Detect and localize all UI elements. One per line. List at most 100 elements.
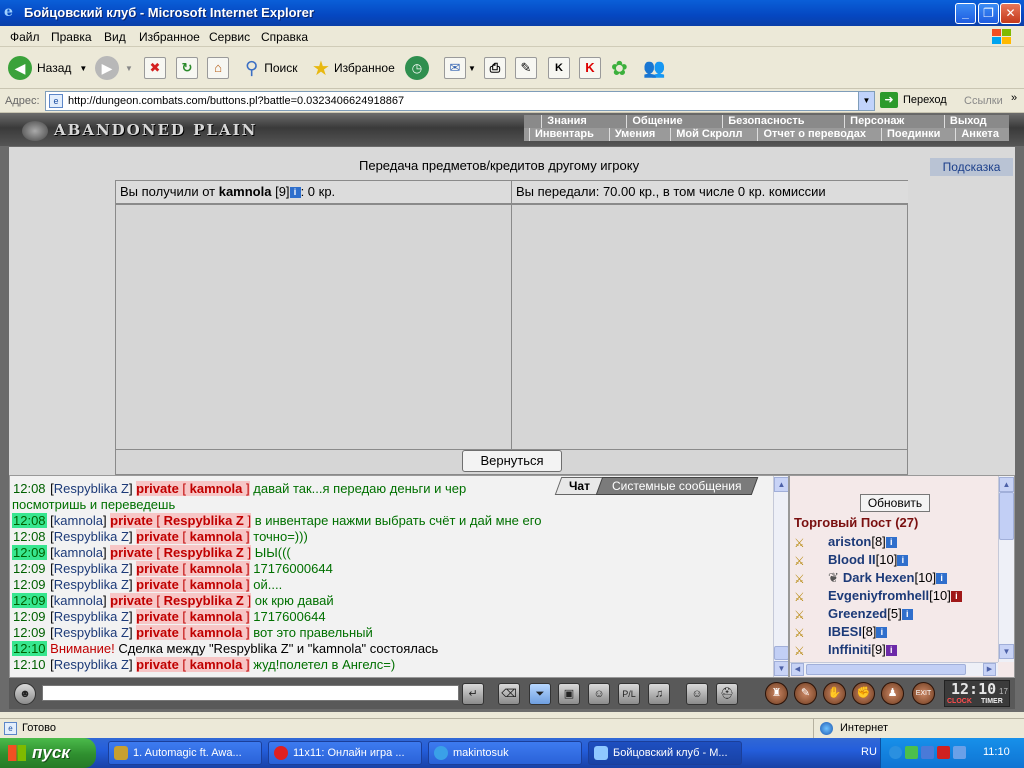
player-item[interactable]: ⚔ Evgeniyfromhell[10] i — [794, 588, 962, 604]
menu-file[interactable]: Файл — [10, 30, 40, 44]
back-button[interactable]: ◀ Назад ▼ — [8, 55, 87, 81]
player-item[interactable]: ⚔ Blood II[10] i — [794, 552, 909, 568]
private-tag[interactable]: private [ kamnola ] — [136, 481, 250, 496]
player-nick[interactable]: Blood II — [828, 552, 876, 567]
private-tag[interactable]: private [ Respyblika Z ] — [110, 593, 252, 608]
return-button[interactable]: Вернуться — [462, 450, 562, 472]
favorites-button[interactable]: ★ Избранное — [312, 55, 395, 81]
refresh-button[interactable]: ↻ — [176, 55, 198, 81]
tray-network-icon[interactable] — [921, 746, 934, 759]
kaspersky-button[interactable]: K — [579, 55, 601, 81]
helmet-icon[interactable]: ⛑ — [716, 683, 738, 705]
group-icon[interactable]: ♟ — [881, 682, 904, 705]
chat-time[interactable]: 12:09 — [12, 609, 47, 624]
chat-time[interactable]: 12:08 — [12, 513, 47, 528]
room-hscroll-thumb[interactable] — [806, 664, 966, 675]
menu-favorites[interactable]: Избранное — [139, 30, 200, 44]
nav-security[interactable]: Безопасность — [722, 115, 809, 128]
swords-icon[interactable]: ⚔ — [794, 572, 814, 586]
chat-nick[interactable]: kamnola — [54, 513, 103, 528]
maximize-button[interactable]: ❐ — [978, 3, 999, 24]
nav-communication[interactable]: Общение — [626, 115, 687, 128]
chat-scrollbar[interactable]: ▲ ▼ — [773, 476, 788, 677]
nav-my-scroll[interactable]: Мой Скролл — [670, 128, 747, 141]
task-winamp[interactable]: 1. Automagic ft. Awa... — [108, 741, 262, 765]
room-scroll-down-icon[interactable]: ▼ — [999, 644, 1014, 659]
private-tag[interactable]: private [ kamnola ] — [136, 657, 250, 672]
edit-button[interactable]: ✎ — [515, 55, 537, 81]
info-icon[interactable]: i — [950, 591, 962, 603]
scroll-up-icon[interactable]: ▲ — [774, 477, 788, 492]
player-item[interactable]: ⚔ IBESI[8] i — [794, 624, 888, 640]
player-nick[interactable]: Inffiniti — [828, 642, 871, 657]
scroll-right-icon[interactable]: ▶ — [983, 663, 996, 676]
nav-transfer-report[interactable]: Отчет о переводах — [757, 128, 871, 141]
mail-button[interactable]: ✉ ▼ — [444, 55, 476, 81]
nav-knowledge[interactable]: Знания — [541, 115, 591, 128]
clock-label[interactable]: CLOCK — [947, 698, 972, 705]
task-opera[interactable]: 11x11: Онлайн игра ... — [268, 741, 422, 765]
player-item[interactable]: ⚔ Greenzed[5] i — [794, 606, 913, 622]
menu-tools[interactable]: Сервис — [209, 30, 250, 44]
tray-kaspersky-icon[interactable] — [937, 746, 950, 759]
task-ie[interactable]: Бойцовский клуб - M... — [588, 741, 742, 765]
chat-time[interactable]: 12:09 — [12, 545, 47, 560]
swords-icon[interactable]: ⚔ — [794, 626, 814, 640]
player-nick[interactable]: IBESI — [828, 624, 862, 639]
close-button[interactable]: ✕ — [1000, 3, 1021, 24]
k-button[interactable]: K — [548, 55, 570, 81]
received-nick[interactable]: kamnola — [219, 184, 272, 199]
tray-volume-icon[interactable] — [953, 746, 966, 759]
chat-nick[interactable]: Respyblika Z — [54, 625, 129, 640]
info-icon[interactable]: i — [897, 555, 909, 567]
icq-button[interactable]: ✿ — [611, 55, 628, 81]
swords-icon[interactable]: ⚔ — [794, 554, 814, 568]
person-icon[interactable]: ☺ — [588, 683, 610, 705]
swords-icon[interactable]: ⚔ — [794, 608, 814, 622]
save-icon[interactable]: ▣ — [558, 683, 580, 705]
messenger-button[interactable]: 👥 — [643, 55, 665, 81]
start-button[interactable]: пуск — [0, 738, 96, 768]
private-tag[interactable]: private [ Respyblika Z ] — [110, 545, 252, 560]
private-tag[interactable]: private [ kamnola ] — [136, 625, 250, 640]
player-nick[interactable]: Dark Hexen — [843, 570, 915, 585]
room-scroll-up-icon[interactable]: ▲ — [999, 477, 1014, 492]
back-dropdown-icon[interactable]: ▼ — [79, 64, 87, 73]
send-icon[interactable]: ↵ — [462, 683, 484, 705]
chat-nick[interactable]: Respyblika Z — [54, 529, 129, 544]
chat-time[interactable]: 12:10 — [12, 657, 47, 672]
chat-nick[interactable]: Respyblika Z — [54, 577, 129, 592]
nav-profile[interactable]: Анкета — [955, 128, 1004, 141]
private-tag[interactable]: private [ kamnola ] — [136, 577, 250, 592]
info-icon[interactable]: i — [289, 187, 301, 199]
menu-help[interactable]: Справка — [261, 30, 308, 44]
scroll-left-icon[interactable]: ◀ — [791, 663, 804, 676]
private-tag[interactable]: private [ kamnola ] — [136, 529, 250, 544]
chat-time[interactable]: 12:09 — [12, 577, 47, 592]
swords-icon[interactable]: ⚔ — [794, 536, 814, 550]
links-chevron-icon[interactable]: » — [1011, 92, 1017, 104]
bag-icon[interactable]: ♜ — [765, 682, 788, 705]
nav-character[interactable]: Персонаж — [844, 115, 909, 128]
refresh-list-button[interactable]: Обновить — [860, 494, 930, 512]
hand-icon[interactable]: ✋ — [823, 682, 846, 705]
mail-dropdown-icon[interactable]: ▼ — [468, 64, 476, 73]
menu-edit[interactable]: Правка — [51, 30, 92, 44]
scroll-icon[interactable]: ✎ — [794, 682, 817, 705]
chat-input[interactable] — [42, 685, 459, 701]
window-titlebar[interactable]: e Бойцовский клуб - Microsoft Internet E… — [0, 0, 1024, 26]
nav-fights[interactable]: Поединки — [880, 128, 945, 141]
volume-icon[interactable]: ♫ — [648, 683, 670, 705]
eraser-icon[interactable]: ⌫ — [498, 683, 520, 705]
address-input[interactable]: e http://dungeon.combats.com/buttons.pl?… — [45, 91, 875, 111]
info-icon[interactable]: i — [936, 573, 948, 585]
tray-clock[interactable]: 11:10 — [983, 746, 1010, 758]
player-item[interactable]: ⚔ ariston[8] i — [794, 534, 897, 550]
history-button[interactable]: ◷ — [405, 55, 429, 81]
private-tag[interactable]: private [ Respyblika Z ] — [110, 513, 252, 528]
forward-dropdown-icon[interactable]: ▼ — [125, 64, 133, 73]
chat-nick[interactable]: kamnola — [54, 593, 103, 608]
player-nick[interactable]: Greenzed — [828, 606, 887, 621]
chat-time[interactable]: 12:09 — [12, 561, 47, 576]
info-icon[interactable]: i — [876, 627, 888, 639]
